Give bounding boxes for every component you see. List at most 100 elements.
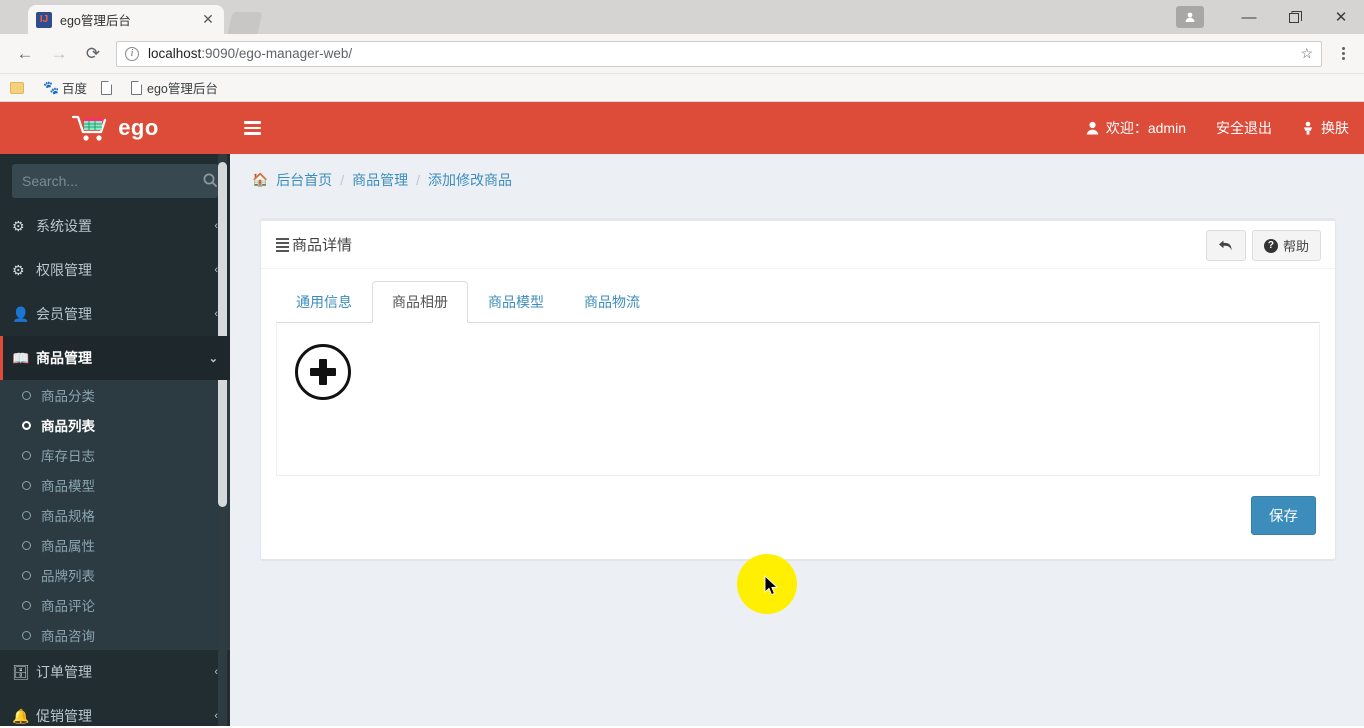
breadcrumb-separator: / bbox=[340, 172, 345, 188]
save-button[interactable]: 保存 bbox=[1251, 496, 1316, 535]
maximize-button[interactable] bbox=[1272, 0, 1318, 34]
bookmark-label: ego管理后台 bbox=[147, 82, 218, 96]
sidebar-search-box[interactable] bbox=[12, 164, 218, 198]
bookmark-star-icon[interactable]: ☆ bbox=[1300, 45, 1313, 62]
panel-body: 通用信息 商品相册 商品模型 商品物流 保存 bbox=[261, 269, 1335, 559]
sidebar: ⚙ 系统设置 ‹ ⚙ 权限管理 ‹ 👤 会员管理 ‹ 📖 商品管理 ⌄ bbox=[0, 154, 230, 726]
address-bar[interactable]: i localhost:9090/ego-manager-web/ ☆ bbox=[116, 40, 1322, 67]
cursor-highlight bbox=[737, 554, 797, 614]
sidebar-item-permission[interactable]: ⚙ 权限管理 ‹ bbox=[0, 248, 230, 292]
user-icon bbox=[1086, 121, 1099, 135]
sidebar-subitem-product-consult[interactable]: 商品咨询 bbox=[0, 620, 230, 650]
url-host: localhost bbox=[148, 46, 202, 61]
reload-icon[interactable]: ⟳ bbox=[76, 37, 110, 71]
tab-product-album[interactable]: 商品相册 bbox=[372, 281, 468, 323]
shopping-cart-icon bbox=[71, 115, 109, 141]
back-icon[interactable]: ← bbox=[8, 37, 42, 71]
breadcrumb-item-current: 添加修改商品 bbox=[427, 172, 512, 188]
sidebar-subitem-product-model[interactable]: 商品模型 bbox=[0, 470, 230, 500]
order-icon: 🗄 bbox=[12, 663, 30, 680]
sidebar-subitem-brand-list[interactable]: 品牌列表 bbox=[0, 560, 230, 590]
tab-general-info[interactable]: 通用信息 bbox=[276, 281, 372, 323]
circle-icon bbox=[22, 390, 31, 400]
mouse-cursor bbox=[764, 574, 780, 602]
app-logo[interactable]: ego bbox=[0, 102, 230, 154]
sidebar-item-member[interactable]: 👤 会员管理 ‹ bbox=[0, 292, 230, 336]
tab-product-logistics[interactable]: 商品物流 bbox=[564, 281, 660, 323]
folder-icon bbox=[10, 81, 24, 94]
sidebar-item-label: 促销管理 bbox=[36, 708, 92, 724]
sidebar-subitem-stock-log[interactable]: 库存日志 bbox=[0, 440, 230, 470]
search-input[interactable] bbox=[22, 173, 203, 189]
sidebar-item-product[interactable]: 📖 商品管理 ⌄ bbox=[0, 336, 230, 380]
panel-title: 商品详情 bbox=[276, 234, 352, 255]
sidebar-subitem-category[interactable]: 商品分类 bbox=[0, 380, 230, 410]
sidebar-subitem-label: 商品规格 bbox=[41, 509, 95, 524]
sidebar-subitem-label: 商品咨询 bbox=[41, 629, 95, 644]
bookmark-blank[interactable] bbox=[101, 80, 117, 95]
book-icon: 📖 bbox=[12, 349, 30, 366]
window-close-button[interactable]: ✕ bbox=[1318, 0, 1364, 34]
sidebar-subitem-product-attr[interactable]: 商品属性 bbox=[0, 530, 230, 560]
sidebar-subitem-label: 品牌列表 bbox=[41, 569, 95, 584]
plus-circle-icon[interactable] bbox=[295, 344, 351, 400]
navbar-right-links: 欢迎：admin 安全退出 换肤 bbox=[1071, 102, 1364, 154]
sidebar-subitem-product-list[interactable]: 商品列表 bbox=[0, 410, 230, 440]
circle-icon bbox=[22, 450, 31, 460]
bookmark-folder[interactable] bbox=[10, 81, 29, 94]
sidebar-item-system-settings[interactable]: ⚙ 系统设置 ‹ bbox=[0, 204, 230, 248]
circle-icon bbox=[22, 600, 31, 610]
navbar-logout-link[interactable]: 安全退出 bbox=[1201, 102, 1287, 154]
help-button[interactable]: ? 帮助 bbox=[1251, 230, 1321, 261]
navbar-welcome-user[interactable]: 欢迎：admin bbox=[1071, 102, 1201, 154]
app-logo-text: ego bbox=[118, 115, 159, 140]
cogs-icon: ⚙ bbox=[12, 261, 25, 278]
idea-favicon: IJ bbox=[36, 11, 52, 28]
site-info-icon[interactable]: i bbox=[125, 46, 139, 61]
sidebar-item-promotion[interactable]: 🔔 促销管理 ‹ bbox=[0, 694, 230, 726]
sidebar-subitem-label: 库存日志 bbox=[41, 449, 95, 464]
sidebar-item-label: 权限管理 bbox=[36, 262, 92, 278]
sidebar-subitem-product-comment[interactable]: 商品评论 bbox=[0, 590, 230, 620]
chevron-down-icon: ⌄ bbox=[208, 352, 218, 365]
navbar-skin-link[interactable]: 换肤 bbox=[1287, 102, 1364, 154]
breadcrumb-item-product[interactable]: 商品管理 bbox=[352, 170, 408, 190]
sidebar-item-label: 系统设置 bbox=[36, 218, 92, 234]
page-icon bbox=[131, 80, 143, 95]
sidebar-subitem-label: 商品属性 bbox=[41, 539, 95, 554]
close-icon[interactable]: ✕ bbox=[200, 11, 216, 28]
panel-tool-buttons: ? 帮助 bbox=[1205, 230, 1321, 261]
new-tab-button[interactable] bbox=[227, 12, 263, 34]
chevron-left-icon: ‹ bbox=[214, 308, 218, 320]
breadcrumb-item-home[interactable]: 后台首页 bbox=[276, 170, 332, 190]
navbar-link-label: 换肤 bbox=[1321, 120, 1349, 136]
panel-header: 商品详情 ? 帮助 bbox=[261, 221, 1335, 269]
circle-icon bbox=[22, 570, 31, 580]
chevron-left-icon: ‹ bbox=[214, 220, 218, 232]
list-icon bbox=[276, 237, 289, 252]
chevron-left-icon: ‹ bbox=[214, 710, 218, 722]
circle-icon bbox=[22, 510, 31, 520]
circle-icon bbox=[22, 540, 31, 550]
back-button[interactable] bbox=[1205, 230, 1246, 261]
circle-icon bbox=[22, 420, 31, 430]
home-icon: 🏠 bbox=[252, 172, 269, 187]
bookmark-baidu[interactable]: 🐾 百度 bbox=[43, 78, 87, 97]
tab-product-model[interactable]: 商品模型 bbox=[468, 281, 564, 323]
minimize-button[interactable]: — bbox=[1226, 0, 1272, 34]
sidebar-item-order[interactable]: 🗄 订单管理 ‹ bbox=[0, 650, 230, 694]
browser-toolbar: ← → ⟳ i localhost:9090/ego-manager-web/ … bbox=[0, 34, 1364, 74]
sidebar-subitem-label: 商品评论 bbox=[41, 599, 95, 614]
baidu-icon: 🐾 bbox=[43, 79, 60, 95]
sidebar-subitem-product-spec[interactable]: 商品规格 bbox=[0, 500, 230, 530]
panel-title-text: 商品详情 bbox=[292, 237, 353, 254]
chevron-left-icon: ‹ bbox=[214, 666, 218, 678]
search-icon[interactable] bbox=[203, 173, 217, 190]
browser-tab[interactable]: IJ ego管理后台 ✕ bbox=[28, 5, 224, 34]
browser-menu-icon[interactable] bbox=[1330, 47, 1356, 60]
sidebar-toggle-button[interactable] bbox=[230, 102, 274, 154]
page-viewport: ego 欢迎：admin 安全退出 换肤 Search... ⚙ 系统设置 ‹ … bbox=[0, 102, 1364, 726]
bookmark-ego[interactable]: ego管理后台 bbox=[131, 78, 218, 97]
profile-avatar[interactable] bbox=[1176, 6, 1204, 28]
question-circle-icon: ? bbox=[1263, 238, 1278, 253]
